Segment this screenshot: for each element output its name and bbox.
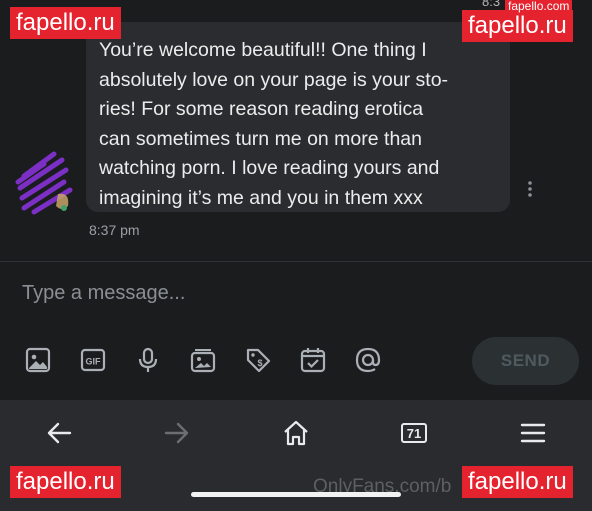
price-button[interactable]: $ [241, 343, 275, 377]
tabs-button[interactable]: 71 [394, 413, 434, 453]
gif-icon: GIF [80, 348, 106, 372]
schedule-button[interactable] [296, 343, 330, 377]
watermark: fapello.ru [10, 466, 121, 498]
menu-button[interactable] [513, 413, 553, 453]
image-button[interactable] [21, 343, 55, 377]
gif-label: GIF [86, 357, 102, 367]
sender-avatar[interactable] [14, 146, 76, 216]
message-line: imagining it’s me and you in them xxx [99, 186, 423, 209]
message-timestamp: 8:37 pm [89, 222, 140, 238]
calendar-icon [300, 348, 326, 373]
message-bubble[interactable]: You’re welcome beautiful!! One thing I a… [86, 22, 510, 212]
vault-button[interactable] [186, 343, 220, 377]
image-icon [25, 347, 51, 373]
hamburger-menu-icon [520, 423, 546, 443]
message-line: watching porn. I love reading yours and [99, 157, 440, 180]
message-line: absolutely love on your page is your sto… [99, 68, 449, 91]
forward-button[interactable] [157, 413, 197, 453]
home-button[interactable] [276, 413, 316, 453]
arrow-right-icon [164, 422, 189, 444]
mention-icon [355, 347, 381, 373]
more-options-icon[interactable] [526, 180, 534, 198]
tab-count: 71 [401, 423, 427, 443]
arrow-left-icon [47, 422, 72, 444]
voice-button[interactable] [131, 343, 165, 377]
home-icon [284, 420, 308, 446]
svg-text:$: $ [257, 358, 262, 368]
price-tag-icon: $ [246, 348, 271, 373]
status-time: 8:3 [482, 0, 501, 9]
watermark-small: fapello.com [505, 0, 573, 13]
watermark: fapello.ru [462, 10, 573, 42]
back-button[interactable] [39, 413, 79, 453]
microphone-icon [138, 347, 158, 372]
media-vault-icon [190, 349, 216, 373]
mention-button[interactable] [351, 343, 385, 377]
gif-button[interactable]: GIF [76, 343, 110, 377]
message-line: You’re welcome beautiful!! One thing I [99, 39, 427, 61]
message-line: can sometimes turn me on more than [99, 127, 422, 150]
send-button[interactable]: SEND [472, 337, 579, 385]
message-input[interactable] [0, 268, 480, 318]
home-indicator[interactable] [191, 492, 401, 497]
message-line: ries! For some reason reading erotica [99, 98, 424, 121]
watermark: fapello.ru [10, 7, 121, 39]
watermark: fapello.ru [462, 466, 573, 498]
